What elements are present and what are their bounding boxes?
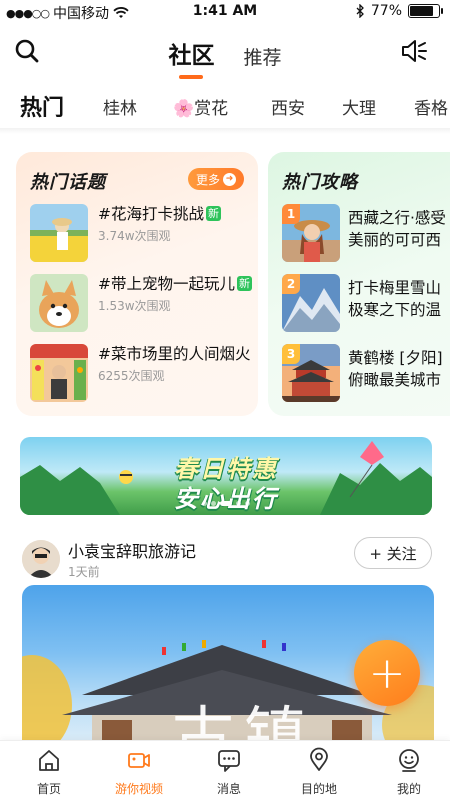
category-tabs: 热门 桂林 🌸赏花 西安 大理 香格 [0, 88, 450, 128]
rank-badge: 1 [282, 204, 300, 224]
guide-line: 俯瞰最美城市 [348, 371, 442, 389]
bottom-nav: 首页 游你视频 消息 目的地 我的 [0, 740, 450, 800]
guide-line: 极寒之下的温 [348, 301, 442, 319]
hot-guides-title: 热门攻略 [282, 168, 358, 194]
topic-title: #带上宠物一起玩儿新 [98, 274, 253, 295]
battery-percent: 77% [370, 3, 402, 19]
category-shangri-la[interactable]: 香格 [414, 94, 448, 119]
category-dali[interactable]: 大理 [342, 94, 376, 119]
topic-views: 3.74w次围观 [98, 229, 171, 243]
snow-mountain-thumbnail: 2 [282, 274, 340, 332]
rank-badge: 3 [282, 344, 300, 364]
hot-guides-title-text: 热门攻略 [282, 172, 358, 193]
promo-banner[interactable]: 春日特惠 安心出行 [20, 437, 432, 515]
new-badge: 新 [237, 276, 252, 291]
profile-icon [399, 749, 419, 772]
hot-guides-card: 热门攻略 1 西藏之行·感受 美丽的可可西 2 打卡梅里雪山 极寒之下的温 3 … [268, 152, 450, 416]
topic-item[interactable]: #菜市场里的人间烟火 6255次围观 [30, 344, 253, 404]
new-badge: 新 [206, 206, 221, 221]
pagination-dot [236, 501, 241, 506]
nav-item-messages[interactable]: 消息 [184, 747, 274, 797]
tab-community[interactable]: 社区 [168, 36, 214, 79]
guide-text: 西藏之行·感受 美丽的可可西 [348, 207, 450, 251]
rank-badge: 2 [282, 274, 300, 294]
topic-text: #带上宠物一起玩儿新 1.53w次围观 [98, 274, 253, 314]
follow-button[interactable]: + 关注 [354, 537, 432, 569]
status-right: 77% [355, 3, 443, 19]
nav-label: 游你视频 [114, 782, 163, 796]
nav-item-profile[interactable]: 我的 [364, 747, 450, 797]
guide-item[interactable]: 1 西藏之行·感受 美丽的可可西 [282, 204, 450, 266]
volume-icon[interactable] [400, 38, 430, 64]
more-button[interactable]: 更多 ➜ [188, 168, 244, 190]
post-author[interactable]: 小袁宝辞职旅游记 [68, 538, 196, 562]
banner-pagination [20, 491, 432, 510]
pagination-dot [202, 501, 207, 506]
tab-recommend[interactable]: 推荐 [244, 43, 282, 70]
topic-title: #菜市场里的人间烟火 [98, 345, 251, 363]
plus-icon: + [368, 647, 406, 699]
topic-title-text: #带上宠物一起玩儿 [98, 275, 235, 293]
app-screen: ●●●○○ 中国移动 1:41 AM 77% 社区 推荐 热门 桂林 🌸赏花 西… [0, 0, 450, 800]
top-header: 社区 推荐 [0, 28, 450, 79]
guide-line: 黄鹤楼 [夕阳] [348, 349, 443, 367]
corgi-thumbnail [30, 274, 88, 332]
nav-label: 我的 [396, 782, 421, 796]
topic-text: #菜市场里的人间烟火 6255次围观 [98, 344, 253, 384]
hot-topics-card: 热门话题 更多 ➜ #花海打卡挑战新 3.74w次围观 #带上宠物一起玩儿 新 … [16, 152, 258, 416]
topic-title: #花海打卡挑战新 [98, 204, 253, 225]
topic-text: #花海打卡挑战新 3.74w次围观 [98, 204, 253, 244]
message-icon [218, 750, 240, 772]
guide-text: 黄鹤楼 [夕阳] 俯瞰最美城市 [348, 347, 450, 391]
topic-views: 1.53w次围观 [98, 299, 171, 313]
category-xian[interactable]: 西安 [271, 94, 305, 119]
nav-item-home[interactable]: 首页 [4, 747, 94, 797]
flower-field-thumbnail [30, 204, 88, 262]
guide-line: 打卡梅里雪山 [348, 279, 442, 297]
nav-label: 目的地 [300, 782, 337, 796]
nav-label: 首页 [36, 782, 61, 796]
status-bar: ●●●○○ 中国移动 1:41 AM 77% [0, 0, 450, 24]
topic-views: 6255次围观 [98, 369, 165, 383]
battery-icon [408, 4, 443, 18]
location-pin-icon [310, 747, 328, 771]
avatar[interactable] [22, 540, 60, 578]
nav-label: 消息 [216, 782, 241, 796]
post-time: 1天前 [68, 565, 100, 579]
header-tabs: 社区 推荐 [0, 36, 450, 79]
tibet-thumbnail: 1 [282, 204, 340, 262]
hot-topics-title-text: 热门话题 [30, 172, 106, 193]
pagination-dot [211, 501, 216, 506]
category-hot[interactable]: 热门 [20, 90, 64, 122]
pagination-dot [245, 501, 250, 506]
pagination-dot-active [220, 501, 232, 506]
market-thumbnail [30, 344, 88, 402]
topic-item[interactable]: #带上宠物一起玩儿新 1.53w次围观 [30, 274, 253, 334]
guide-item[interactable]: 3 黄鹤楼 [夕阳] 俯瞰最美城市 [282, 344, 450, 406]
category-guilin[interactable]: 桂林 [103, 94, 137, 119]
pagoda-thumbnail: 3 [282, 344, 340, 402]
divider [0, 128, 450, 134]
guide-text: 打卡梅里雪山 极寒之下的温 [348, 277, 450, 321]
nav-item-video[interactable]: 游你视频 [94, 747, 184, 797]
more-label: 更多 [195, 172, 220, 187]
add-post-button[interactable]: + [354, 640, 420, 706]
chevron-right-icon: ➜ [223, 172, 236, 186]
video-camera-icon [128, 753, 150, 768]
topic-item[interactable]: #花海打卡挑战新 3.74w次围观 [30, 204, 250, 264]
topic-title-text: #花海打卡挑战 [98, 205, 204, 223]
guide-item[interactable]: 2 打卡梅里雪山 极寒之下的温 [282, 274, 450, 336]
nav-item-destination[interactable]: 目的地 [274, 747, 364, 797]
bluetooth-icon [356, 4, 364, 18]
category-flowers[interactable]: 🌸赏花 [173, 94, 228, 119]
guide-line: 美丽的可可西 [348, 231, 442, 249]
home-icon [39, 750, 59, 771]
guide-line: 西藏之行·感受 [348, 209, 446, 227]
hot-topics-title: 热门话题 [30, 168, 106, 194]
